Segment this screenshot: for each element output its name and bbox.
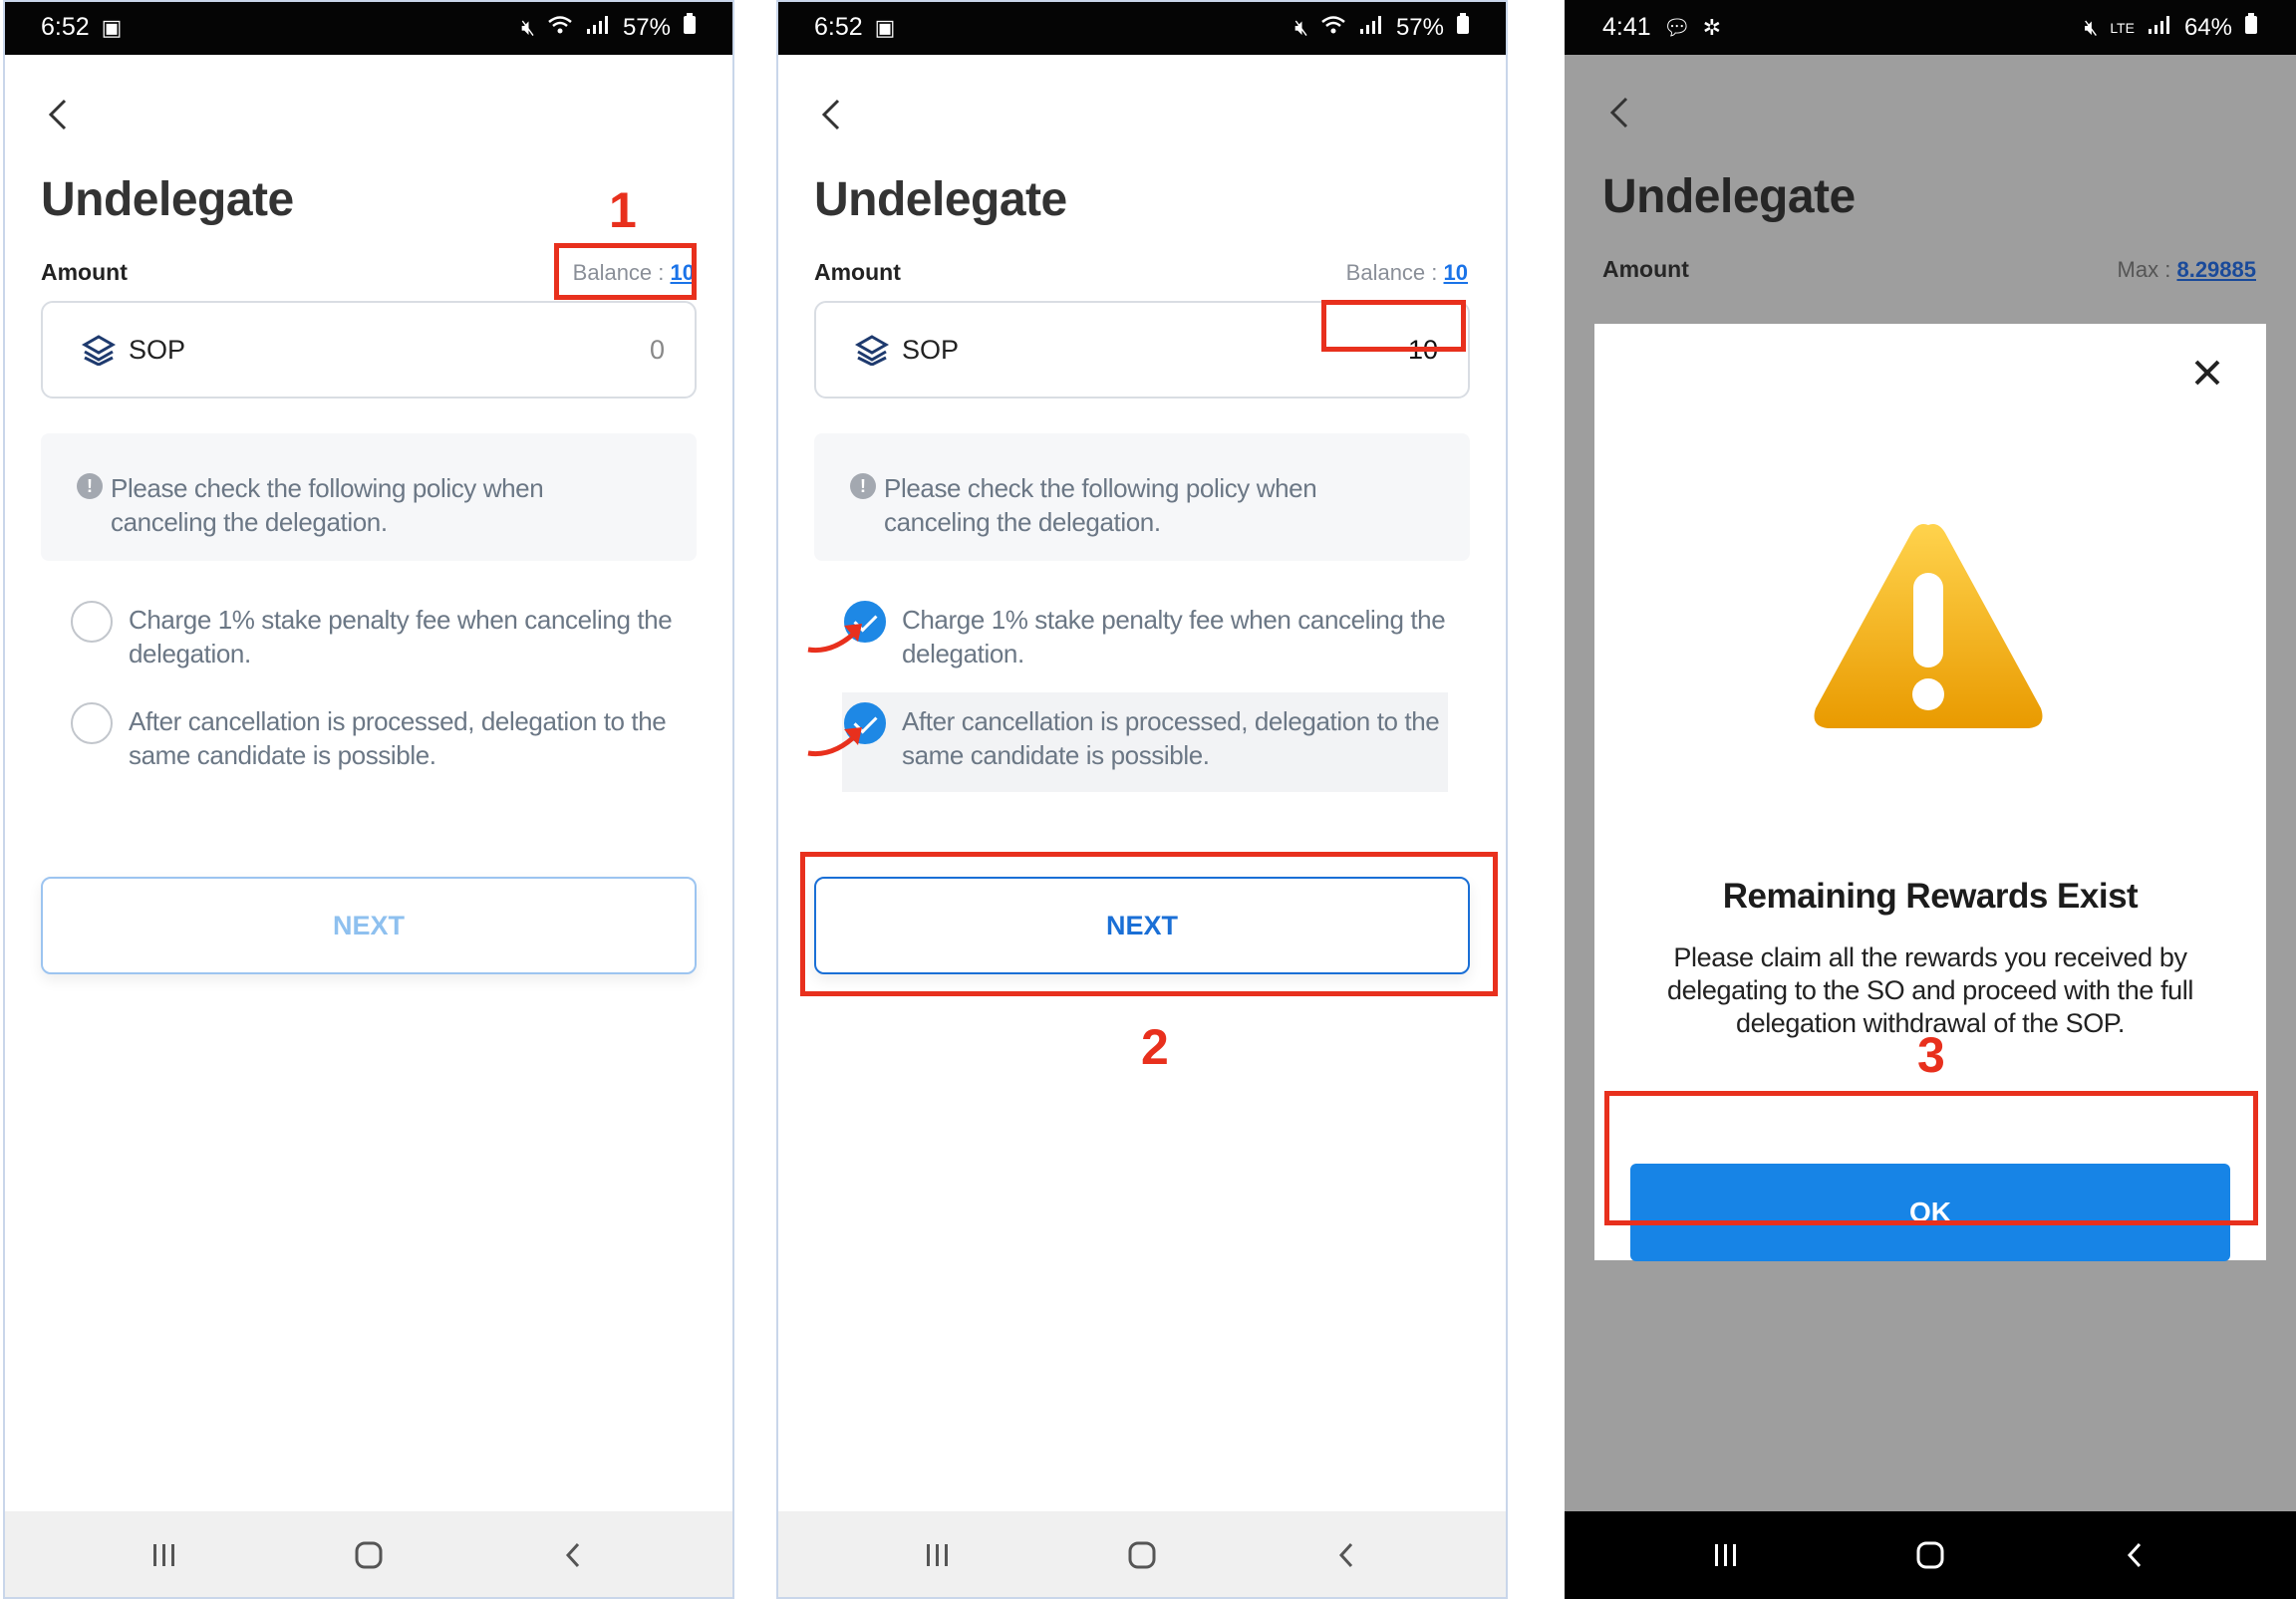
- step-number-3: 3: [1917, 1027, 1945, 1083]
- redelegation-label: After cancellation is processed, delegat…: [129, 706, 667, 770]
- sop-coin-icon: [854, 335, 890, 366]
- page-title: Undelegate: [814, 173, 1067, 226]
- coin-symbol: SOP: [129, 334, 186, 365]
- network-type: LTE: [2110, 19, 2135, 36]
- coin-symbol: SOP: [902, 334, 960, 365]
- annotation-arrow-icon: [807, 727, 862, 757]
- app-screen: Undelegate Amount Balance : 10 SOP 10 ! …: [776, 55, 1508, 1511]
- step-number-1: 1: [609, 182, 637, 238]
- battery-icon: [1456, 13, 1470, 42]
- max-amount-link[interactable]: 8.29885: [2176, 257, 2256, 282]
- status-bar: 4:41 💬︎ ✲ 🔇︎ LTE 64%: [1565, 0, 2296, 55]
- gallery-notification-icon: ▣: [874, 14, 896, 40]
- close-icon[interactable]: [2188, 354, 2226, 392]
- home-icon[interactable]: [339, 1525, 399, 1585]
- nav-back-icon[interactable]: [1316, 1525, 1376, 1585]
- sop-coin-icon: [81, 335, 117, 366]
- battery-percent: 57%: [622, 13, 671, 41]
- policy-notice-box: ! Please check the following policy when…: [41, 433, 697, 561]
- next-button[interactable]: NEXT: [41, 877, 697, 974]
- mute-icon: 🔇︎: [521, 14, 535, 40]
- policy-notice-box: ! Please check the following policy when…: [814, 433, 1470, 561]
- status-time: 4:41: [1602, 13, 1651, 41]
- battery-percent: 64%: [2183, 13, 2232, 41]
- policy-notice-text: Please check the following policy when c…: [111, 473, 544, 537]
- home-icon[interactable]: [1900, 1525, 1960, 1585]
- mute-icon: 🔇︎: [2084, 14, 2099, 40]
- chat-notification-icon: 💬︎: [1662, 14, 1691, 40]
- redelegation-label: After cancellation is processed, delegat…: [902, 706, 1440, 770]
- battery-percent: 57%: [1395, 13, 1444, 41]
- amount-label: Amount: [814, 259, 901, 285]
- screen-1-undelegate: 6:52 ▣ 🔇︎ 57% Undelegate Amount Balance …: [3, 0, 734, 1599]
- signal-icon: [2147, 15, 2172, 41]
- policy-notice-text: Please check the following policy when c…: [884, 473, 1317, 537]
- dialog-title: Remaining Rewards Exist: [1722, 877, 2139, 916]
- next-highlight-box: [800, 852, 1498, 996]
- mute-icon: 🔇︎: [1294, 14, 1308, 40]
- nav-back-icon[interactable]: [543, 1525, 603, 1585]
- warning-icon: [1814, 524, 2043, 728]
- wifi-icon: [547, 15, 573, 41]
- max-label: Max :: [2117, 257, 2171, 282]
- balance-max-link[interactable]: 10: [1444, 260, 1468, 285]
- status-time: 6:52: [41, 13, 90, 41]
- page-title: Undelegate: [41, 173, 294, 226]
- penalty-fee-label: Charge 1% stake penalty fee when canceli…: [902, 605, 1446, 668]
- recent-apps-icon[interactable]: [1696, 1525, 1756, 1585]
- system-nav-bar: [1565, 1511, 2296, 1599]
- amount-input[interactable]: SOP 0: [41, 301, 697, 399]
- signal-icon: [1358, 15, 1384, 41]
- annotation-arrow-icon: [807, 624, 862, 654]
- amount-label: Amount: [1602, 256, 1689, 282]
- app-screen: Undelegate Amount Max : 8.29885 Remainin…: [1565, 55, 2296, 1511]
- info-icon: !: [850, 473, 876, 499]
- wifi-icon: [1320, 15, 1346, 41]
- screen-2-undelegate: 6:52 ▣ 🔇︎ 57% Undelegate Amount Balance …: [776, 0, 1508, 1599]
- amount-highlight-box: [1321, 300, 1466, 352]
- balance-highlight-box: [554, 243, 697, 300]
- recent-apps-icon[interactable]: [135, 1525, 194, 1585]
- system-nav-bar: [776, 1511, 1508, 1599]
- screen-3-undelegate-modal: 4:41 💬︎ ✲ 🔇︎ LTE 64% Undelegate Amount M…: [1565, 0, 2296, 1599]
- gallery-notification-icon: ▣: [101, 14, 123, 40]
- status-bar: 6:52 ▣ 🔇︎ 57%: [776, 0, 1508, 55]
- ok-highlight-box: [1604, 1091, 2258, 1225]
- home-icon[interactable]: [1112, 1525, 1172, 1585]
- back-arrow-icon[interactable]: [1602, 93, 1638, 133]
- max-display: Max : 8.29885: [2118, 257, 2256, 283]
- amount-value: 0: [649, 334, 665, 365]
- nav-back-icon[interactable]: [2105, 1525, 2164, 1585]
- status-time: 6:52: [814, 13, 863, 41]
- battery-icon: [683, 13, 697, 42]
- amount-label: Amount: [41, 259, 128, 285]
- step-number-2: 2: [1141, 1019, 1169, 1075]
- balance-display: Balance : 10: [1346, 260, 1468, 286]
- penalty-fee-checkbox[interactable]: [71, 601, 113, 643]
- system-nav-bar: [3, 1511, 734, 1599]
- signal-icon: [585, 15, 611, 41]
- back-arrow-icon[interactable]: [814, 95, 850, 134]
- balance-label: Balance :: [1345, 260, 1438, 285]
- page-title: Undelegate: [1602, 170, 1856, 223]
- back-arrow-icon[interactable]: [41, 95, 77, 134]
- battery-icon: [2244, 13, 2258, 42]
- penalty-fee-label: Charge 1% stake penalty fee when canceli…: [129, 605, 673, 668]
- status-bar: 6:52 ▣ 🔇︎ 57%: [3, 0, 734, 55]
- settings-notification-icon: ✲: [1702, 14, 1722, 40]
- recent-apps-icon[interactable]: [908, 1525, 968, 1585]
- info-icon: !: [77, 473, 103, 499]
- redelegation-checkbox[interactable]: [71, 702, 113, 744]
